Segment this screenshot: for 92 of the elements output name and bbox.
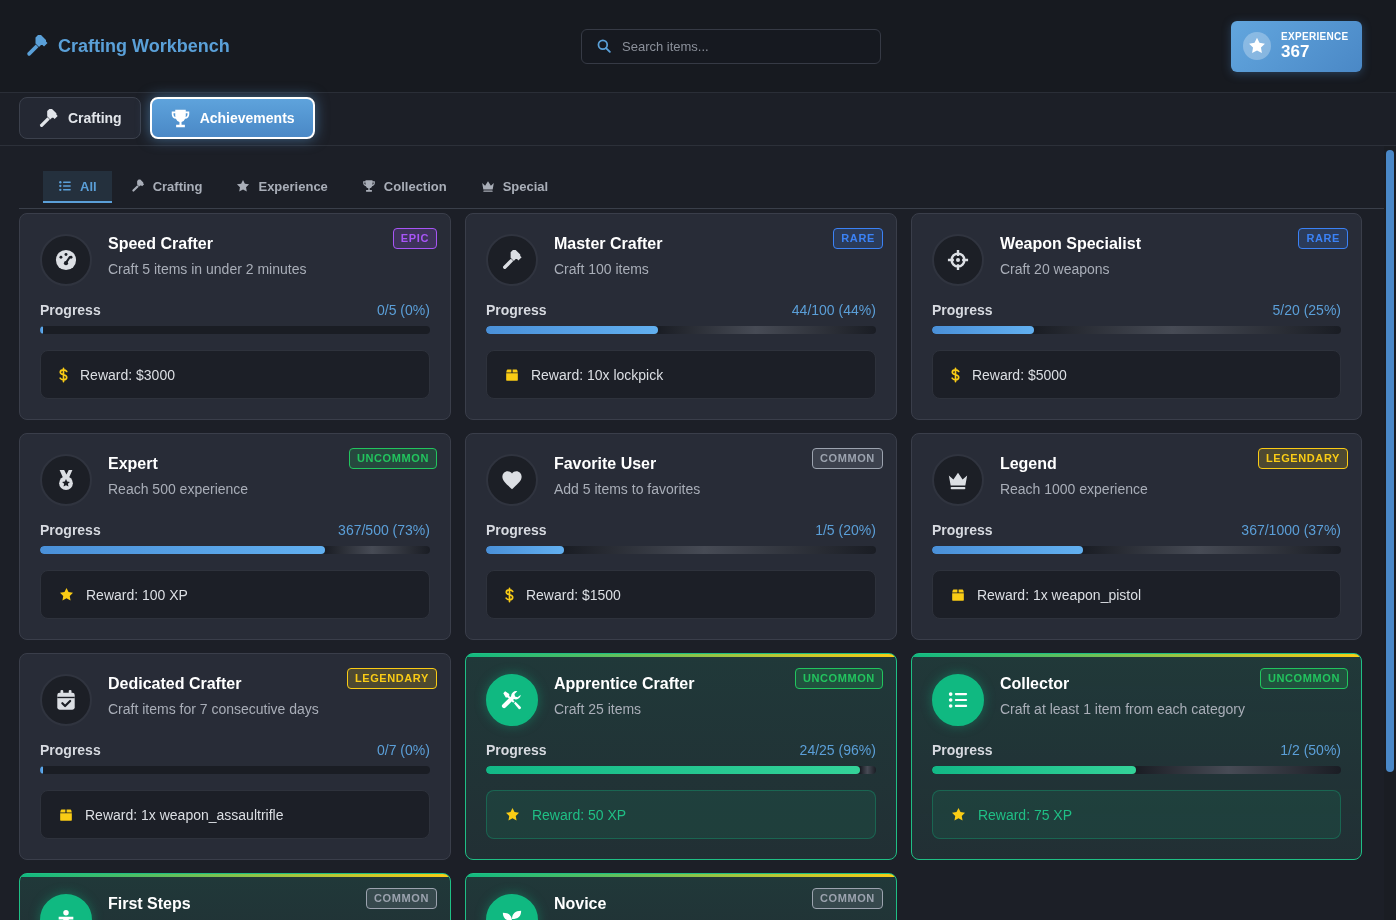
tools-icon (485, 674, 538, 726)
achievement-description: Craft at least 1 item from each category (999, 700, 1245, 718)
achievement-title: Speed Crafter (108, 234, 214, 254)
progress-label: Progress (485, 522, 547, 538)
reward-text: Reward: $5000 (971, 366, 1067, 383)
experience-label: EXPERIENCE (1281, 30, 1349, 42)
star-icon (504, 807, 520, 822)
progress-value: 5/20 (25%) (1272, 302, 1341, 318)
crown-icon (480, 179, 495, 193)
achievement-title: First Steps (108, 894, 191, 914)
reward-text: Reward: $3000 (80, 366, 175, 383)
achievement-title: Favorite User (553, 454, 658, 474)
reward-text: Reward: 75 XP (977, 806, 1073, 823)
box-icon (504, 367, 519, 382)
nav-tab[interactable]: Crafting (19, 97, 141, 139)
reward-text: Reward: 1x weapon_assaultrifle (85, 806, 284, 823)
progress-value: 1/5 (20%) (815, 522, 876, 538)
rarity-badge: EPIC (392, 228, 437, 249)
filter-tab[interactable]: Special (465, 171, 564, 203)
dollar-icon (504, 586, 514, 603)
rarity-badge: UNCOMMON (1260, 668, 1348, 689)
progress-label: Progress (931, 742, 993, 758)
reward-text: Reward: 100 XP (86, 586, 188, 603)
reward-text: Reward: $1500 (525, 586, 621, 603)
achievement-title: Weapon Specialist (999, 234, 1141, 254)
achievement-title: Legend (999, 454, 1058, 474)
list-icon (58, 179, 72, 193)
hammer-icon (130, 179, 145, 193)
achievement-description: Craft 25 items (553, 700, 643, 718)
hammer-icon (25, 34, 49, 58)
achievement-description: Craft items for 7 consecutive days (108, 700, 319, 718)
star-icon (236, 179, 251, 193)
app-title: Crafting Workbench (58, 35, 230, 57)
medal-icon (40, 454, 92, 506)
progress-value: 367/500 (73%) (338, 522, 430, 538)
progress-label: Progress (40, 742, 101, 758)
achievement-title: Novice (553, 894, 607, 914)
achievement-description: Reach 1000 experience (999, 480, 1148, 498)
rarity-badge: COMMON (811, 888, 883, 909)
progress-label: Progress (485, 302, 547, 318)
filter-tab[interactable]: Collection (346, 171, 462, 203)
achievement-title: Collector (999, 674, 1071, 694)
achievement-description: Add 5 items to favorites (553, 480, 701, 498)
progress-value: 1/2 (50%) (1280, 742, 1341, 758)
rarity-badge: COMMON (366, 888, 437, 909)
trophy-icon (361, 179, 376, 193)
rarity-badge: LEGENDARY (346, 668, 437, 689)
hammer-icon (38, 107, 59, 129)
progress-value: 367/1000 (37%) (1241, 522, 1341, 538)
list-icon (931, 674, 984, 726)
reward-text: Reward: 50 XP (531, 806, 627, 823)
progress-label: Progress (485, 742, 547, 758)
achievement-description: Craft 5 items in under 2 minutes (108, 260, 307, 278)
search-field[interactable]: Search items... (581, 28, 881, 64)
star-icon (59, 587, 74, 602)
filter-tab[interactable]: Crafting (115, 171, 218, 203)
calendar-check-icon (40, 674, 92, 726)
progress-value: 0/5 (0%) (377, 302, 430, 318)
rarity-badge: UNCOMMON (794, 668, 883, 689)
achievement-title: Dedicated Crafter (108, 674, 243, 694)
achievement-title: Apprentice Crafter (553, 674, 695, 694)
reward-text: Reward: 10x lockpick (530, 366, 664, 383)
rarity-badge: RARE (833, 228, 883, 249)
rarity-badge: COMMON (811, 448, 883, 469)
progress-value: 24/25 (96%) (799, 742, 876, 758)
progress-value: 0/7 (0%) (377, 742, 430, 758)
dollar-icon (59, 366, 68, 383)
achievement-description: Craft 20 weapons (999, 260, 1111, 278)
rarity-badge: UNCOMMON (348, 448, 437, 469)
experience-value: 367 (1281, 41, 1311, 62)
box-icon (59, 807, 73, 822)
search-icon (597, 39, 611, 53)
achievement-description: Reach 500 experience (108, 480, 249, 498)
scrollbar-thumb[interactable] (1386, 150, 1394, 772)
rarity-badge: RARE (1298, 228, 1348, 249)
achievement-title: Master Crafter (553, 234, 663, 254)
progress-value: 44/100 (44%) (791, 302, 876, 318)
box-icon (950, 587, 965, 602)
achievement-description: Craft 100 items (553, 260, 650, 278)
filter-tab[interactable]: Experience (221, 171, 343, 203)
dollar-icon (950, 366, 960, 383)
achievement-title: Expert (108, 454, 159, 474)
rarity-badge: LEGENDARY (1257, 448, 1348, 469)
filter-tab[interactable]: All (43, 171, 112, 203)
reward-text: Reward: 1x weapon_pistol (976, 586, 1142, 603)
progress-label: Progress (40, 522, 101, 538)
star-icon (950, 807, 966, 822)
progress-label: Progress (931, 522, 993, 538)
progress-label: Progress (40, 302, 101, 318)
gauge-icon (40, 234, 92, 286)
trophy-icon (169, 107, 191, 129)
progress-label: Progress (931, 302, 993, 318)
